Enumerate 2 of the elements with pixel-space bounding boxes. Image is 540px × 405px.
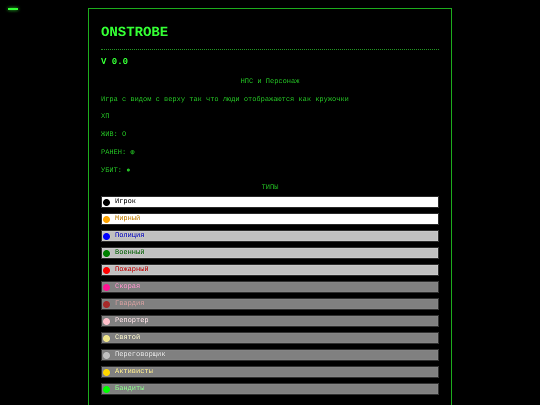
version-label: V 0.0 bbox=[101, 56, 130, 68]
app-title: ONSTROBE bbox=[101, 25, 170, 41]
